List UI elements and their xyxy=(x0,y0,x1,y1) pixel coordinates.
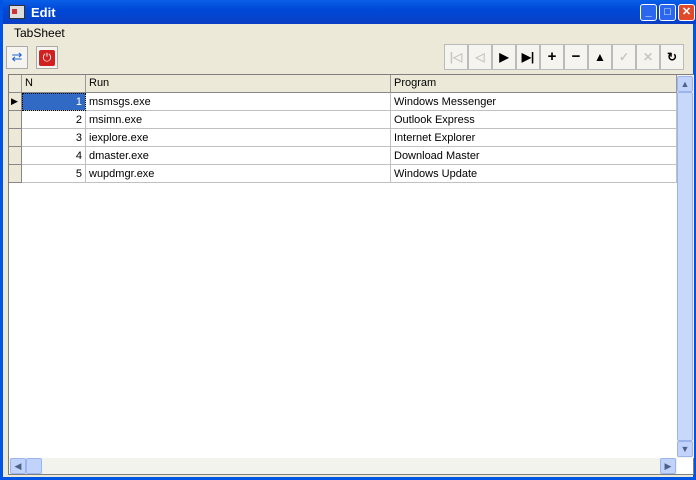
row-indicator[interactable] xyxy=(9,129,22,147)
tab-tabsheet[interactable]: TabSheet xyxy=(14,26,65,40)
nav-next-button[interactable]: ▶ xyxy=(492,44,516,70)
scroll-up-button[interactable]: ▲ xyxy=(677,76,693,92)
nav-post-button[interactable]: ✓ xyxy=(612,44,636,70)
tab-bar: TabSheet xyxy=(6,24,696,42)
row-indicator[interactable]: ▶ xyxy=(9,93,22,111)
cell-program[interactable]: Internet Explorer xyxy=(391,129,677,147)
column-header-run[interactable]: Run xyxy=(86,75,391,93)
cell-run[interactable]: msmsgs.exe xyxy=(86,93,391,111)
cell-n[interactable]: 2 xyxy=(22,111,86,129)
current-row-arrow-icon: ▶ xyxy=(11,96,18,106)
cell-program[interactable]: Download Master xyxy=(391,147,677,165)
cell-program[interactable]: Outlook Express xyxy=(391,111,677,129)
edit-window: Edit _ □ ✕ TabSheet ⇄ ⏻ |◁ ◁ ▶ ▶| + − ▲ … xyxy=(0,0,696,480)
row-indicator[interactable] xyxy=(9,111,22,129)
horizontal-scroll-thumb[interactable] xyxy=(26,458,42,474)
cell-run[interactable]: iexplore.exe xyxy=(86,129,391,147)
refresh-button[interactable]: ⇄ xyxy=(6,46,28,69)
app-icon xyxy=(9,5,25,19)
title-bar: Edit _ □ ✕ xyxy=(3,0,696,24)
cell-run[interactable]: msimn.exe xyxy=(86,111,391,129)
cell-program[interactable]: Windows Messenger xyxy=(391,93,677,111)
nav-refresh-button[interactable]: ↻ xyxy=(660,44,684,70)
nav-cancel-button[interactable]: ✕ xyxy=(636,44,660,70)
column-header-program[interactable]: Program xyxy=(391,75,677,93)
refresh-icon: ⇄ xyxy=(11,49,23,64)
scroll-right-button[interactable]: ▶ xyxy=(660,458,676,474)
scroll-left-button[interactable]: ◀ xyxy=(10,458,26,474)
cell-n[interactable]: 1 xyxy=(22,93,86,111)
vertical-scrollbar[interactable]: ▲ ▼ xyxy=(677,75,694,458)
nav-prior-button[interactable]: ◁ xyxy=(468,44,492,70)
cell-n[interactable]: 3 xyxy=(22,129,86,147)
power-icon: ⏻ xyxy=(39,50,55,66)
close-button[interactable]: ✕ xyxy=(678,4,695,21)
vertical-scroll-thumb[interactable] xyxy=(677,92,693,441)
nav-delete-button[interactable]: − xyxy=(564,44,588,70)
nav-last-button[interactable]: ▶| xyxy=(516,44,540,70)
cell-run[interactable]: dmaster.exe xyxy=(86,147,391,165)
row-indicator[interactable] xyxy=(9,147,22,165)
minimize-button[interactable]: _ xyxy=(640,4,657,21)
nav-edit-button[interactable]: ▲ xyxy=(588,44,612,70)
maximize-button[interactable]: □ xyxy=(659,4,676,21)
data-grid[interactable]: N Run Program ▶ 1 msmsgs.exe Windows Mes… xyxy=(8,74,694,475)
horizontal-scrollbar[interactable]: ◀ ▶ xyxy=(9,458,677,474)
nav-first-button[interactable]: |◁ xyxy=(444,44,468,70)
column-header-n[interactable]: N xyxy=(22,75,86,93)
nav-insert-button[interactable]: + xyxy=(540,44,564,70)
cell-n[interactable]: 5 xyxy=(22,165,86,183)
cell-program[interactable]: Windows Update xyxy=(391,165,677,183)
row-indicator[interactable] xyxy=(9,165,22,183)
header-indicator xyxy=(9,75,22,93)
cell-n[interactable]: 4 xyxy=(22,147,86,165)
power-button[interactable]: ⏻ xyxy=(36,46,58,69)
window-title: Edit xyxy=(31,5,56,20)
scroll-down-button[interactable]: ▼ xyxy=(677,441,693,457)
cell-run[interactable]: wupdmgr.exe xyxy=(86,165,391,183)
